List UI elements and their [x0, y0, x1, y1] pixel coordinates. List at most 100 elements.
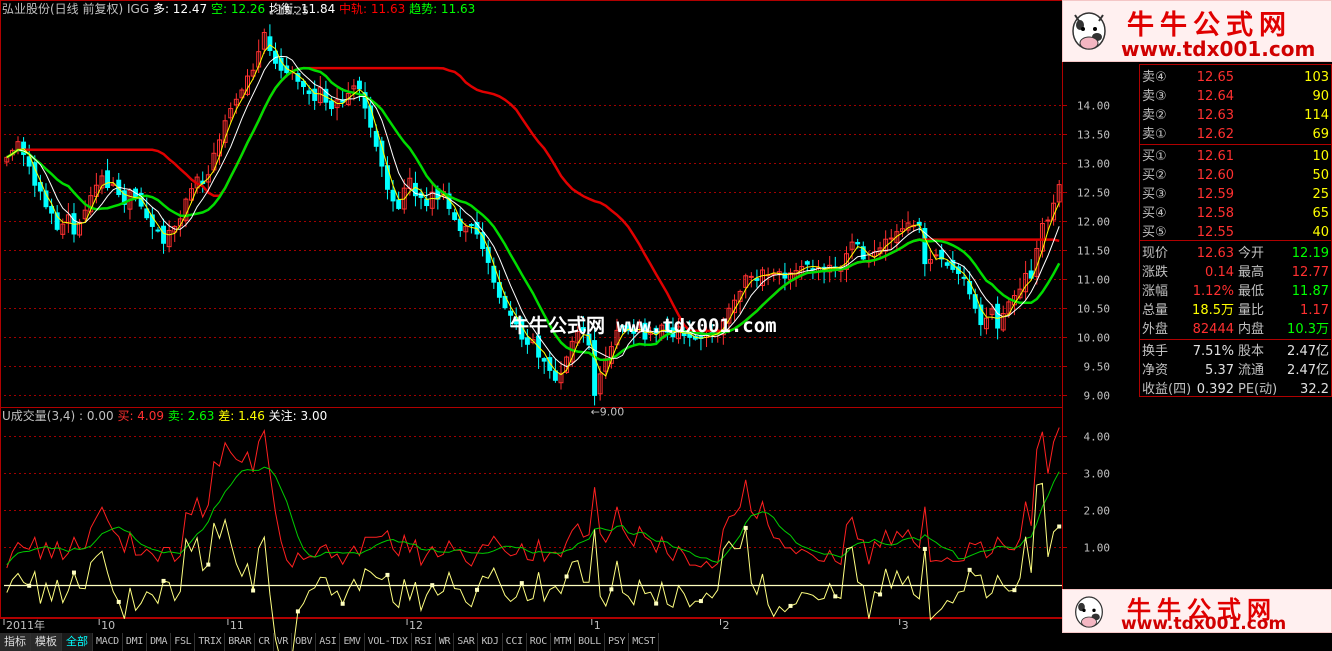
tab-indicator[interactable]: 指标	[0, 633, 31, 651]
candle-body	[995, 303, 1001, 329]
quote-value: 1.12%	[1193, 284, 1234, 299]
tab-indicator-macd[interactable]: MACD	[93, 633, 123, 651]
candle-body	[306, 90, 312, 94]
quote-value: 0.14	[1205, 265, 1234, 280]
quote-value: 82444	[1193, 322, 1234, 337]
candle-body	[357, 80, 362, 90]
tab-indicator-dmi[interactable]: DMI	[123, 633, 148, 651]
candle-body	[961, 276, 967, 279]
tab-indicator-asi[interactable]: ASI	[316, 633, 341, 651]
sub-indicator-value: 卖: 2.63	[168, 409, 218, 423]
candle-body	[967, 281, 973, 295]
tab-indicator-roc[interactable]: ROC	[527, 633, 551, 651]
sell-order-price: 12.62	[1197, 127, 1234, 142]
buy-order-label: 买②	[1142, 168, 1167, 183]
tab-indicator-fsl[interactable]: FSL	[171, 633, 196, 651]
candle-body	[278, 57, 284, 71]
tab-indicator-mtm[interactable]: MTM	[551, 633, 576, 651]
price-tick-label: 11.00	[1077, 274, 1110, 287]
brand-logo-bottom: 牛牛公式网 www.tdx001.com	[1062, 589, 1332, 633]
tab-template[interactable]: 模板	[31, 633, 62, 651]
quote-value: 1.17	[1300, 303, 1329, 318]
quote-value: 10.3万	[1287, 322, 1329, 337]
quote-label: 总量	[1142, 303, 1168, 318]
candle-body	[1045, 219, 1051, 222]
diff-marker	[609, 587, 614, 592]
date-label: 3	[902, 619, 909, 632]
diff-marker	[743, 525, 748, 530]
brand-url[interactable]: www.tdx001.com	[1121, 614, 1286, 632]
tab-indicator-psy[interactable]: PSY	[605, 633, 630, 651]
tab-indicator-boll[interactable]: BOLL	[575, 633, 606, 651]
sub-tick-label: 2.00	[1084, 505, 1111, 518]
sub-tick-label: 3.00	[1084, 468, 1111, 481]
buy-order-label: 买④	[1142, 206, 1167, 221]
tab-indicator-rsi[interactable]: RSI	[412, 633, 436, 651]
candle-body	[161, 225, 166, 244]
watermark-text: 牛牛公式网 www.tdx001.com	[510, 315, 777, 337]
sell-order-label: 卖④	[1142, 70, 1167, 85]
tab-indicator-obv[interactable]: OBV	[292, 633, 317, 651]
date-label: 12	[409, 619, 423, 632]
quote-value: 12.77	[1292, 265, 1329, 280]
price-tick-label: 12.00	[1077, 216, 1110, 229]
buy-order-price: 12.58	[1197, 206, 1234, 221]
diff-marker	[922, 546, 927, 551]
indicator-tabbar: 指标 模板 全部 MACD DMI DMA FSL TRIX BRAR CR VR OBV ASI EMV…	[0, 633, 660, 651]
fundamental-label: 净资	[1142, 363, 1168, 378]
fundamental-label: PE(动)	[1238, 382, 1277, 397]
indicator-value: 趋势: 11.63	[409, 2, 475, 16]
quote-label: 外盘	[1142, 321, 1168, 337]
quote-label: 涨幅	[1142, 284, 1168, 299]
candle-body	[552, 370, 558, 381]
diff-marker	[1057, 524, 1062, 529]
candle-body	[396, 199, 402, 209]
fundamental-value: 5.37	[1205, 363, 1234, 378]
candle-body	[944, 262, 950, 266]
tab-indicator-mcst[interactable]: MCST	[629, 633, 660, 651]
diff-marker	[564, 574, 569, 579]
tab-indicator-brar[interactable]: BRAR	[225, 633, 256, 651]
buy-line	[6, 427, 1060, 569]
candle-body	[748, 275, 754, 278]
diff-marker	[1012, 588, 1017, 593]
candle-body	[390, 189, 396, 202]
price-tick-label: 13.00	[1077, 158, 1110, 171]
brand-url[interactable]: www.tdx001.com	[1121, 37, 1315, 61]
cow-icon	[1072, 12, 1106, 50]
quote-label: 最低	[1238, 284, 1264, 299]
date-label: 2011年	[6, 618, 45, 632]
candle-body	[855, 242, 861, 245]
buy-order-volume: 40	[1312, 225, 1329, 240]
tab-indicator-wr[interactable]: WR	[436, 633, 455, 651]
candle-body	[384, 165, 390, 190]
sub-indicator-header: U成交量(3,4) : 0.00 买: 4.09 卖: 2.63 差: 1.46…	[2, 408, 327, 423]
low-annotation: ←9.00	[591, 405, 625, 418]
quote-value: 18.5万	[1192, 303, 1234, 318]
main-indicator-header: 弘业股份(日线 前复权) IGG 多: 12.47 空: 12.26 均衡: 1…	[2, 1, 475, 16]
price-tick-label: 13.50	[1077, 129, 1110, 142]
indicator-value: 空: 12.26	[211, 2, 269, 16]
quote-label: 现价	[1142, 246, 1168, 261]
tab-all[interactable]: 全部	[62, 633, 93, 651]
tab-indicator-vr[interactable]: VR	[274, 633, 293, 651]
indicator-value: 均衡: 11.84	[269, 2, 339, 16]
sell-order-volume: 69	[1312, 127, 1329, 142]
sell-order-label: 卖③	[1142, 89, 1167, 104]
quote-label: 涨跌	[1142, 264, 1168, 280]
tab-indicator-sar[interactable]: SAR	[454, 633, 479, 651]
tab-indicator-dma[interactable]: DMA	[147, 633, 172, 651]
tab-indicator-vol-tdx[interactable]: VOL-TDX	[365, 633, 412, 651]
tab-indicator-cci[interactable]: CCI	[503, 633, 527, 651]
tab-indicator-trix[interactable]: TRIX	[195, 633, 226, 651]
sub-tick-label: 1.00	[1084, 542, 1111, 555]
tab-indicator-cr[interactable]: CR	[255, 633, 274, 651]
sell-order-volume: 103	[1304, 70, 1329, 85]
tab-indicator-kdj[interactable]: KDJ	[478, 633, 503, 651]
fundamental-value: 2.47亿	[1287, 363, 1329, 378]
sell-order-price: 12.63	[1197, 108, 1234, 123]
tab-indicator-emv[interactable]: EMV	[340, 633, 365, 651]
price-tick-label: 10.00	[1077, 332, 1110, 345]
buy-order-label: 买③	[1142, 187, 1167, 202]
sub-indicator-value: 差: 1.46	[218, 409, 268, 423]
